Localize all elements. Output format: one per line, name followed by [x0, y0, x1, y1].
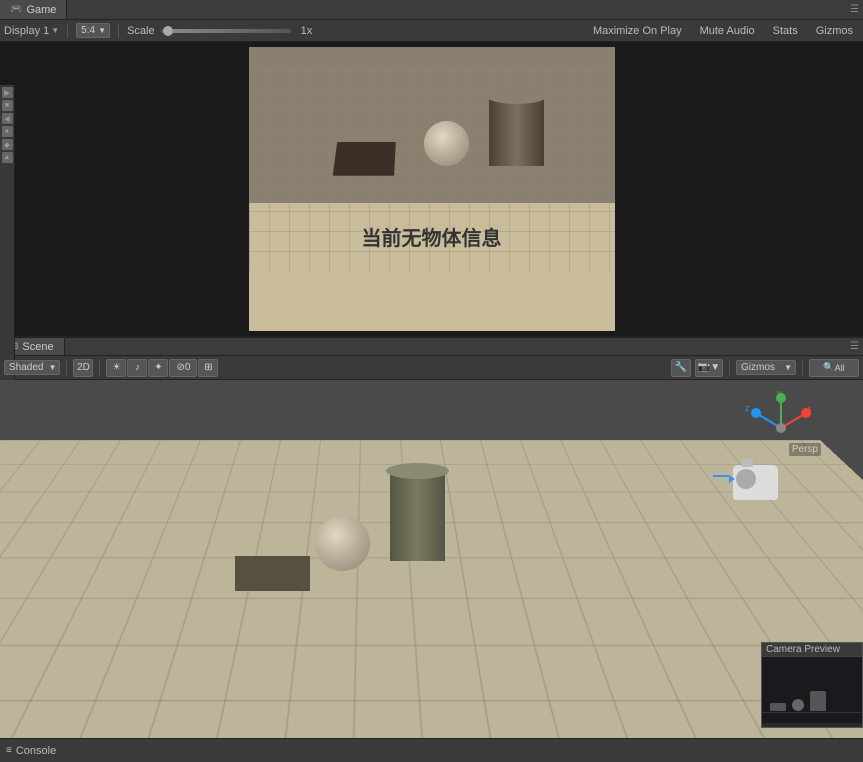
- game-scene: 当前无物体信息: [249, 47, 615, 331]
- display-label: Display 1: [4, 25, 49, 37]
- scene-icon-group-1: ☀ ♪ ✦ ⊘ 0 ⊞: [106, 359, 218, 377]
- mute-audio-btn[interactable]: Mute Audio: [694, 23, 761, 39]
- game-icon: 🎮: [10, 4, 22, 15]
- scene-sep-4: [802, 361, 803, 375]
- cp-floor: [762, 712, 862, 713]
- search-scene-btn[interactable]: 🔍 All: [809, 359, 859, 377]
- left-icon-2[interactable]: ■: [2, 100, 13, 111]
- audio-btn[interactable]: ♪: [127, 359, 147, 377]
- left-icon-4[interactable]: ●: [2, 126, 13, 137]
- scene-sep-3: [729, 361, 730, 375]
- cp-cylinder: [810, 691, 826, 711]
- game-viewport: ▶ ■ ◀ ● ◆ ▲ 当前无物体信息: [0, 42, 863, 336]
- console-icon: ≡: [6, 745, 12, 756]
- effects-btn[interactable]: ✦: [148, 359, 168, 377]
- shaded-arrow: ▼: [49, 363, 57, 372]
- tab-menu-btn[interactable]: ☰: [850, 4, 863, 15]
- left-icon-6[interactable]: ▲: [2, 152, 13, 163]
- shaded-dropdown[interactable]: Shaded ▼: [4, 360, 60, 375]
- res-arrow: ▼: [98, 26, 106, 35]
- sep-1: [67, 24, 68, 38]
- camera-btn[interactable]: 📷▼: [695, 359, 723, 377]
- scene-extra-btn[interactable]: ⊞: [198, 359, 218, 377]
- game-tab-label: Game: [26, 4, 56, 16]
- game-info-text: 当前无物体信息: [362, 222, 502, 251]
- persp-label: Persp: [789, 443, 821, 456]
- game-tab[interactable]: 🎮 Game: [0, 0, 67, 19]
- gizmos-arrow: ▼: [784, 363, 792, 372]
- left-icon-1[interactable]: ▶: [2, 87, 13, 98]
- scale-slider[interactable]: [161, 29, 291, 33]
- gizmos-dropdown[interactable]: Gizmos ▼: [736, 360, 796, 375]
- camera-preview: Camera Preview: [761, 642, 863, 728]
- game-cylinder: [489, 96, 544, 166]
- scene-tab-label: Scene: [22, 341, 53, 353]
- scene-sep-1: [66, 361, 67, 375]
- scene-tab-menu-btn[interactable]: ☰: [850, 341, 863, 352]
- scene-tab-bar: ⊞ Scene ☰: [0, 336, 863, 356]
- game-toolbar: Display 1 ▼ 5:4 ▼ Scale 1x Maximize On P…: [0, 20, 863, 42]
- scale-label: Scale: [127, 25, 155, 37]
- maximize-play-btn[interactable]: Maximize On Play: [587, 23, 688, 39]
- cp-sphere: [792, 699, 804, 711]
- axis-gizmo: y x z Persp: [741, 388, 821, 471]
- scene-viewport: y x z Persp Camera Preview: [0, 380, 863, 756]
- camera-preview-objects: [770, 691, 826, 711]
- scene-sphere: [315, 516, 370, 571]
- wrench-btn[interactable]: 🔧: [671, 359, 691, 377]
- game-tab-bar: 🎮 Game ☰: [0, 0, 863, 20]
- scene-cube: [235, 556, 310, 591]
- stats-btn[interactable]: Stats: [767, 23, 804, 39]
- display-select[interactable]: Display 1 ▼: [4, 25, 59, 37]
- console-tab-label[interactable]: Console: [16, 745, 56, 757]
- game-sphere: [424, 121, 469, 166]
- camera-preview-content: [762, 657, 862, 723]
- left-panel: ▶ ■ ◀ ● ◆ ▲: [0, 85, 15, 395]
- left-icon-5[interactable]: ◆: [2, 139, 13, 150]
- console-bar: ≡ Console: [0, 738, 863, 762]
- scene-sep-2: [99, 361, 100, 375]
- camera-preview-title: Camera Preview: [762, 643, 862, 657]
- cp-cube: [770, 703, 786, 711]
- light-btn[interactable]: ☀: [106, 359, 126, 377]
- 2d-btn[interactable]: 2D: [73, 359, 93, 377]
- scene-cylinder: [390, 471, 445, 561]
- gizmos-game-btn[interactable]: Gizmos: [810, 23, 859, 39]
- camera-gizmo: [733, 465, 788, 510]
- sep-2: [118, 24, 119, 38]
- scale-thumb: [163, 26, 173, 36]
- game-canvas: 当前无物体信息: [249, 47, 615, 331]
- scale-value: 1x: [301, 25, 313, 37]
- resolution-dropdown[interactable]: 5:4 ▼: [76, 23, 110, 38]
- display-arrow: ▼: [51, 26, 59, 35]
- hidden-btn[interactable]: ⊘ 0: [169, 359, 197, 377]
- left-icon-3[interactable]: ◀: [2, 113, 13, 124]
- game-cube: [332, 142, 395, 176]
- svg-text:z: z: [745, 403, 750, 413]
- scene-toolbar: Shaded ▼ 2D ☀ ♪ ✦ ⊘ 0 ⊞ 🔧 📷▼ Gizmos ▼ 🔍 …: [0, 356, 863, 380]
